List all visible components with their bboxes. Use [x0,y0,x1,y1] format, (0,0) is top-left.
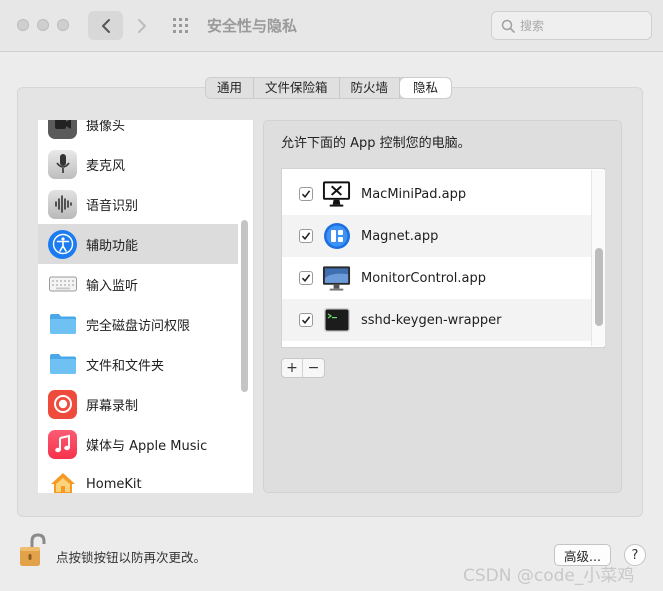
chevron-right-icon [138,18,146,33]
app-row-monitorcontrol[interactable]: MonitorControl.app [282,257,594,299]
sidebar-item-full-disk-access[interactable]: 完全磁盘访问权限 [38,304,238,344]
sidebar-scrollbar[interactable] [241,220,248,392]
sidebar-item-label: HomeKit [86,476,142,492]
add-app-button[interactable]: + [282,359,303,377]
terminal-app-icon [322,306,351,335]
sidebar-item-files-and-folders[interactable]: 文件和文件夹 [38,344,238,384]
app-name: sshd-keygen-wrapper [361,312,502,328]
search-box[interactable] [491,11,652,40]
app-row-sshd-keygen-wrapper[interactable]: sshd-keygen-wrapper [282,299,594,341]
tab-filevault[interactable]: 文件保险箱 [254,78,340,98]
minimize-window-button[interactable] [37,19,49,31]
sidebar-item-label: 屏幕录制 [86,398,139,414]
sidebar-item-label: 输入监听 [86,278,139,294]
app-row-magnet[interactable]: Magnet.app [282,215,594,257]
sidebar-item-accessibility[interactable]: 辅助功能 [38,224,238,264]
close-window-button[interactable] [17,19,29,31]
app-list-scrollbar[interactable] [595,248,603,326]
music-icon [48,429,77,459]
sidebar-item-homekit[interactable]: HomeKit [38,464,238,493]
app-checkbox[interactable] [299,271,313,285]
sidebar-item-label: 完全磁盘访问权限 [86,318,191,334]
app-checkbox[interactable] [299,187,313,201]
window-title: 安全性与隐私 [207,17,298,35]
sidebar-item-label: 语音识别 [86,198,139,214]
watermark-text: CSDN @code_小菜鸡 [463,566,635,586]
sidebar-item-label: 摄像头 [86,120,126,134]
sidebar-item-media-apple-music[interactable]: 媒体与 Apple Music [38,424,238,464]
app-name: MacMiniPad.app [361,186,467,202]
waveform-icon [48,189,77,219]
search-icon [501,19,515,33]
add-remove-control: + − [281,358,325,378]
sidebar-item-input-monitoring[interactable]: 输入监听 [38,264,238,304]
tab-privacy[interactable]: 隐私 [400,78,452,98]
record-icon [48,389,77,419]
sidebar-item-screen-recording[interactable]: 屏幕录制 [38,384,238,424]
monitorcontrol-app-icon [322,264,351,293]
sidebar-item-microphone[interactable]: 麦克风 [38,144,238,184]
keyboard-icon [48,270,77,299]
sidebar-item-label: 麦克风 [86,158,126,174]
folder-icon [48,310,77,339]
sidebar-item-camera[interactable]: 摄像头 [38,120,238,144]
sidebar-item-speech-recognition[interactable]: 语音识别 [38,184,238,224]
microphone-icon [48,149,77,179]
search-input[interactable] [520,18,640,33]
lock-icon[interactable] [19,533,46,568]
home-icon [48,470,77,493]
macminipad-app-icon [322,180,351,209]
sidebar-item-label: 辅助功能 [86,238,139,254]
zoom-window-button[interactable] [57,19,69,31]
checkmark-icon [301,232,311,241]
app-name: MonitorControl.app [361,270,487,286]
panel-description: 允许下面的 App 控制您的电脑。 [281,136,471,151]
tab-general[interactable]: 通用 [206,78,255,98]
camera-icon [48,120,77,139]
privacy-category-list[interactable]: 摄像头 麦克风 语音识别 辅助功能 输入监听 完全磁盘访问权限 文件和文件夹 屏… [38,120,254,493]
tab-bar: 通用 文件保险箱 防火墙 隐私 [205,77,453,99]
title-bar: 安全性与隐私 [0,0,663,52]
tab-firewall[interactable]: 防火墙 [340,78,401,98]
app-list[interactable]: MacMiniPad.app Magnet.app MonitorControl… [281,168,605,348]
app-name: Magnet.app [361,228,439,244]
lock-hint-text: 点按锁按钮以防再次更改。 [56,550,207,565]
show-all-grid-icon[interactable] [172,16,192,36]
checkmark-icon [301,316,311,325]
preferences-window: 安全性与隐私 通用 文件保险箱 防火墙 隐私 摄像头 麦克风 [0,0,663,591]
app-checkbox[interactable] [299,313,313,327]
sidebar-item-label: 媒体与 Apple Music [86,438,208,454]
checkmark-icon [301,190,311,199]
chevron-left-icon [101,18,110,33]
checkmark-icon [301,274,311,283]
back-button[interactable] [88,11,123,40]
app-row-macminipad[interactable]: MacMiniPad.app [282,173,594,215]
folder-icon [48,350,77,379]
forward-button[interactable] [128,11,156,40]
app-checkbox[interactable] [299,229,313,243]
remove-app-button[interactable]: − [303,359,324,377]
sidebar-item-label: 文件和文件夹 [86,358,165,374]
accessibility-icon [48,229,77,259]
magnet-app-icon [322,222,351,251]
